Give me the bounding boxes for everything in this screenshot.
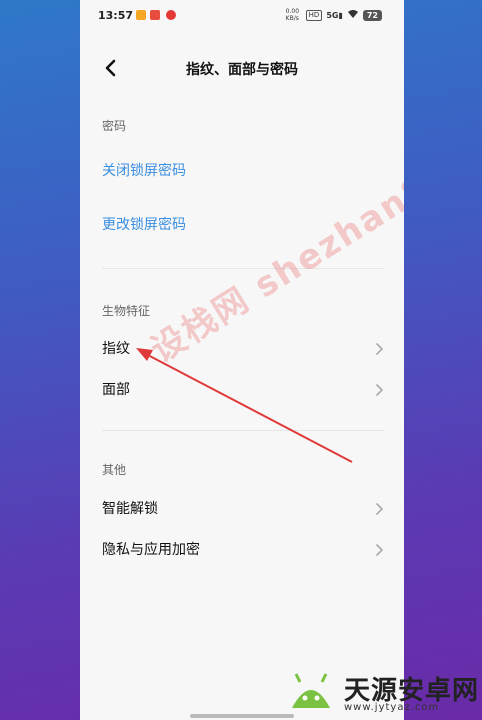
logo-url: www.jytyaz.com — [344, 702, 440, 713]
phone-screen: 13:57 0.00 KB/s HD 5G▮ 72 指纹、面部与密码 密码 关闭… — [80, 0, 404, 720]
android-logo-icon — [286, 668, 336, 714]
annotation-arrow — [136, 348, 353, 463]
home-indicator[interactable] — [190, 714, 294, 718]
site-logo: 天源安卓网 www.jytyaz.com — [282, 662, 482, 720]
